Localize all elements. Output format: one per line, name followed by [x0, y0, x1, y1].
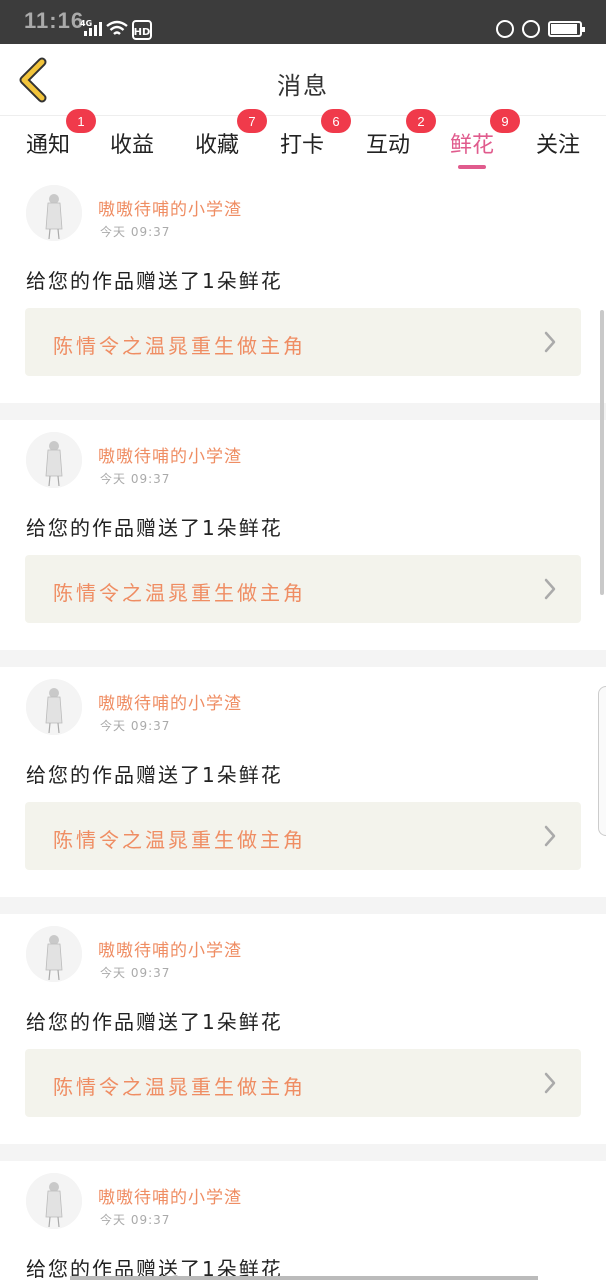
divider [0, 403, 606, 420]
tab-label: 鲜花 [450, 133, 495, 158]
tab-interaction[interactable]: 互动 2 [366, 109, 436, 159]
wifi-icon [106, 20, 128, 35]
username[interactable]: 嗷嗷待哺的小学渣 [98, 689, 242, 714]
message-text: 给您的作品赠送了1朵鲜花 [26, 1010, 283, 1034]
chevron-right-icon [544, 331, 556, 353]
status-bar: 11:16 4G HD [0, 0, 606, 44]
timestamp: 今天 09:37 [100, 225, 171, 239]
tab-earnings[interactable]: 收益 [110, 127, 154, 159]
username[interactable]: 嗷嗷待哺的小学渣 [98, 1183, 242, 1208]
hd-icon: HD [132, 20, 152, 40]
avatar[interactable] [26, 432, 82, 488]
scrollbar[interactable] [600, 310, 604, 595]
tab-label: 互动 [366, 133, 411, 158]
divider [0, 1144, 606, 1161]
tab-checkin[interactable]: 打卡 6 [280, 109, 351, 159]
tab-favorites[interactable]: 收藏 7 [195, 109, 267, 159]
message-text: 给您的作品赠送了1朵鲜花 [26, 516, 283, 540]
tab-flowers[interactable]: 鲜花 9 [450, 109, 520, 169]
avatar-image [26, 1173, 82, 1229]
tab-label: 关注 [536, 133, 581, 158]
avatar[interactable] [26, 185, 82, 241]
signal-icon [84, 22, 102, 36]
battery-icon [548, 21, 585, 37]
tab-badge: 1 [66, 109, 96, 133]
work-link[interactable]: 陈情令之温晁重生做主角 [25, 802, 581, 870]
timestamp: 今天 09:37 [100, 472, 171, 486]
work-title: 陈情令之温晁重生做主角 [53, 828, 306, 852]
alarm-icon [522, 20, 540, 38]
status-time: 11:16 [24, 8, 85, 33]
avatar[interactable] [26, 1173, 82, 1229]
tab-badge: 9 [490, 109, 520, 133]
timestamp: 今天 09:37 [100, 719, 171, 733]
username[interactable]: 嗷嗷待哺的小学渣 [98, 442, 242, 467]
tab-label: 通知 [26, 133, 71, 158]
tab-label: 收益 [110, 133, 155, 158]
username[interactable]: 嗷嗷待哺的小学渣 [98, 936, 242, 961]
divider [0, 897, 606, 914]
list-item: 嗷嗷待哺的小学渣 今天 09:37 给您的作品赠送了1朵鲜花 陈情令之温晁重生做… [0, 667, 606, 897]
avatar-image [26, 185, 82, 241]
divider [0, 650, 606, 667]
timestamp: 今天 09:37 [100, 1213, 171, 1227]
list-item: 嗷嗷待哺的小学渣 今天 09:37 给您的作品赠送了1朵鲜花 陈情令之温晁重生做… [0, 420, 606, 650]
work-title: 陈情令之温晁重生做主角 [53, 581, 306, 605]
work-title: 陈情令之温晁重生做主角 [53, 334, 306, 358]
username[interactable]: 嗷嗷待哺的小学渣 [98, 195, 242, 220]
side-drawer-handle[interactable] [598, 686, 606, 836]
avatar-image [26, 432, 82, 488]
work-link[interactable]: 陈情令之温晁重生做主角 [25, 308, 581, 376]
work-link[interactable]: 陈情令之温晁重生做主角 [25, 555, 581, 623]
tab-label: 收藏 [195, 133, 240, 158]
tab-follow[interactable]: 关注 [536, 127, 580, 159]
chevron-right-icon [544, 1072, 556, 1094]
avatar-image [26, 679, 82, 735]
home-indicator [70, 1276, 538, 1280]
avatar[interactable] [26, 926, 82, 982]
work-title: 陈情令之温晁重生做主角 [53, 1075, 306, 1099]
active-tab-indicator [458, 165, 487, 169]
list-item: 嗷嗷待哺的小学渣 今天 09:37 给您的作品赠送了1朵鲜花 陈情令之温晁重生做… [0, 173, 606, 403]
chevron-right-icon [544, 578, 556, 600]
lock-rotation-icon [496, 20, 514, 38]
list-item: 嗷嗷待哺的小学渣 今天 09:37 给您的作品赠送了1朵鲜花 [0, 1161, 606, 1280]
message-list: 嗷嗷待哺的小学渣 今天 09:37 给您的作品赠送了1朵鲜花 陈情令之温晁重生做… [0, 173, 606, 1280]
timestamp: 今天 09:37 [100, 966, 171, 980]
tab-badge: 2 [406, 109, 436, 133]
tab-bar: 通知 1 收益 收藏 7 打卡 6 互动 2 鲜花 9 关注 [0, 109, 606, 173]
page-title: 消息 [277, 72, 329, 100]
message-text: 给您的作品赠送了1朵鲜花 [26, 269, 283, 293]
list-item: 嗷嗷待哺的小学渣 今天 09:37 给您的作品赠送了1朵鲜花 陈情令之温晁重生做… [0, 914, 606, 1144]
tab-label: 打卡 [280, 133, 325, 158]
tab-badge: 7 [237, 109, 267, 133]
tab-badge: 6 [321, 109, 351, 133]
work-link[interactable]: 陈情令之温晁重生做主角 [25, 1049, 581, 1117]
tab-notice[interactable]: 通知 1 [26, 109, 96, 159]
chevron-right-icon [544, 825, 556, 847]
avatar-image [26, 926, 82, 982]
nav-bar: 消息 [0, 44, 606, 116]
avatar[interactable] [26, 679, 82, 735]
message-text: 给您的作品赠送了1朵鲜花 [26, 763, 283, 787]
